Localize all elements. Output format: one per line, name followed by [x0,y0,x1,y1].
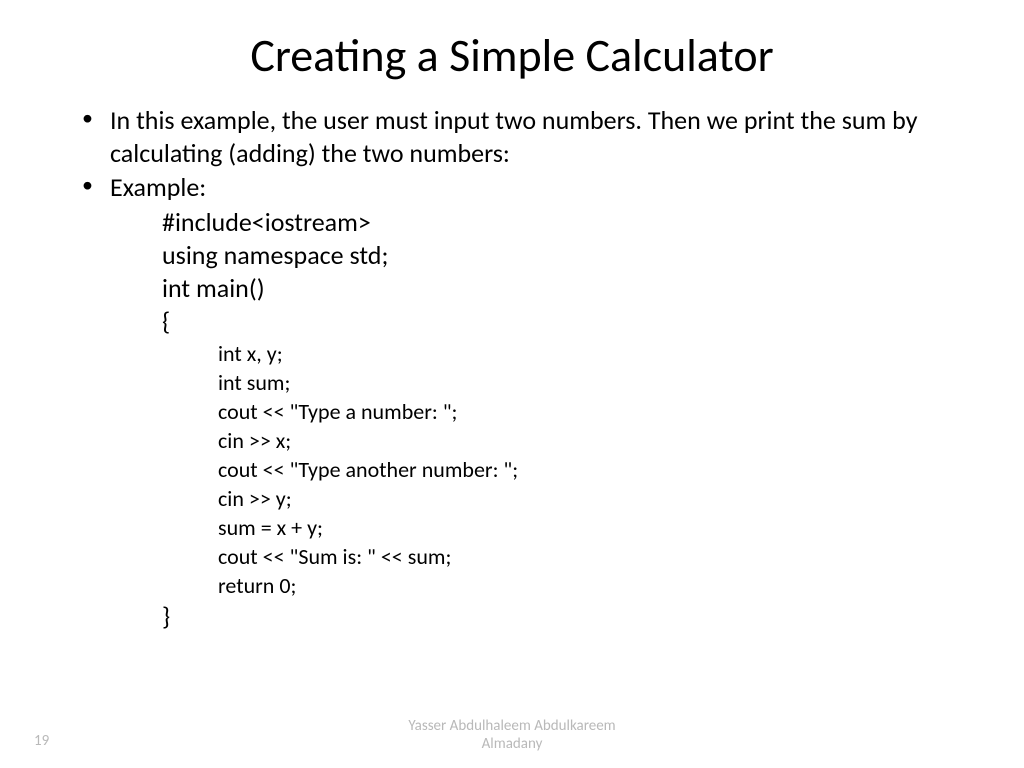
code-line: using namespace std; [162,239,964,272]
code-line: return 0; [218,571,964,600]
bullet-item-2: Example: [70,171,964,204]
slide-content: In this example, the user must input two… [60,104,964,633]
code-inner-block: int x, y; int sum; cout << "Type a numbe… [218,339,964,600]
author-line: Yasser Abdulhaleem Abdulkareem [0,717,1024,736]
code-line: #include<iostream> [162,206,964,239]
code-line: cin >> x; [218,426,964,455]
code-line: } [162,600,964,633]
slide-title: Creating a Simple Calculator [60,28,964,84]
bullet-list: In this example, the user must input two… [70,104,964,204]
code-line: sum = x + y; [218,513,964,542]
code-line: cout << "Type a number: "; [218,397,964,426]
bullet-item-1: In this example, the user must input two… [70,104,964,169]
code-line: int main() [162,272,964,305]
slide-container: Creating a Simple Calculator In this exa… [0,0,1024,768]
code-line: cout << "Type another number: "; [218,455,964,484]
author-line: Almadany [0,735,1024,754]
author-name: Yasser Abdulhaleem Abdulkareem Almadany [0,717,1024,755]
code-line: cout << "Sum is: " << sum; [218,542,964,571]
code-line: { [162,305,964,338]
code-line: cin >> y; [218,484,964,513]
code-line: int x, y; [218,339,964,368]
code-block: #include<iostream> using namespace std; … [162,206,964,634]
code-line: int sum; [218,368,964,397]
